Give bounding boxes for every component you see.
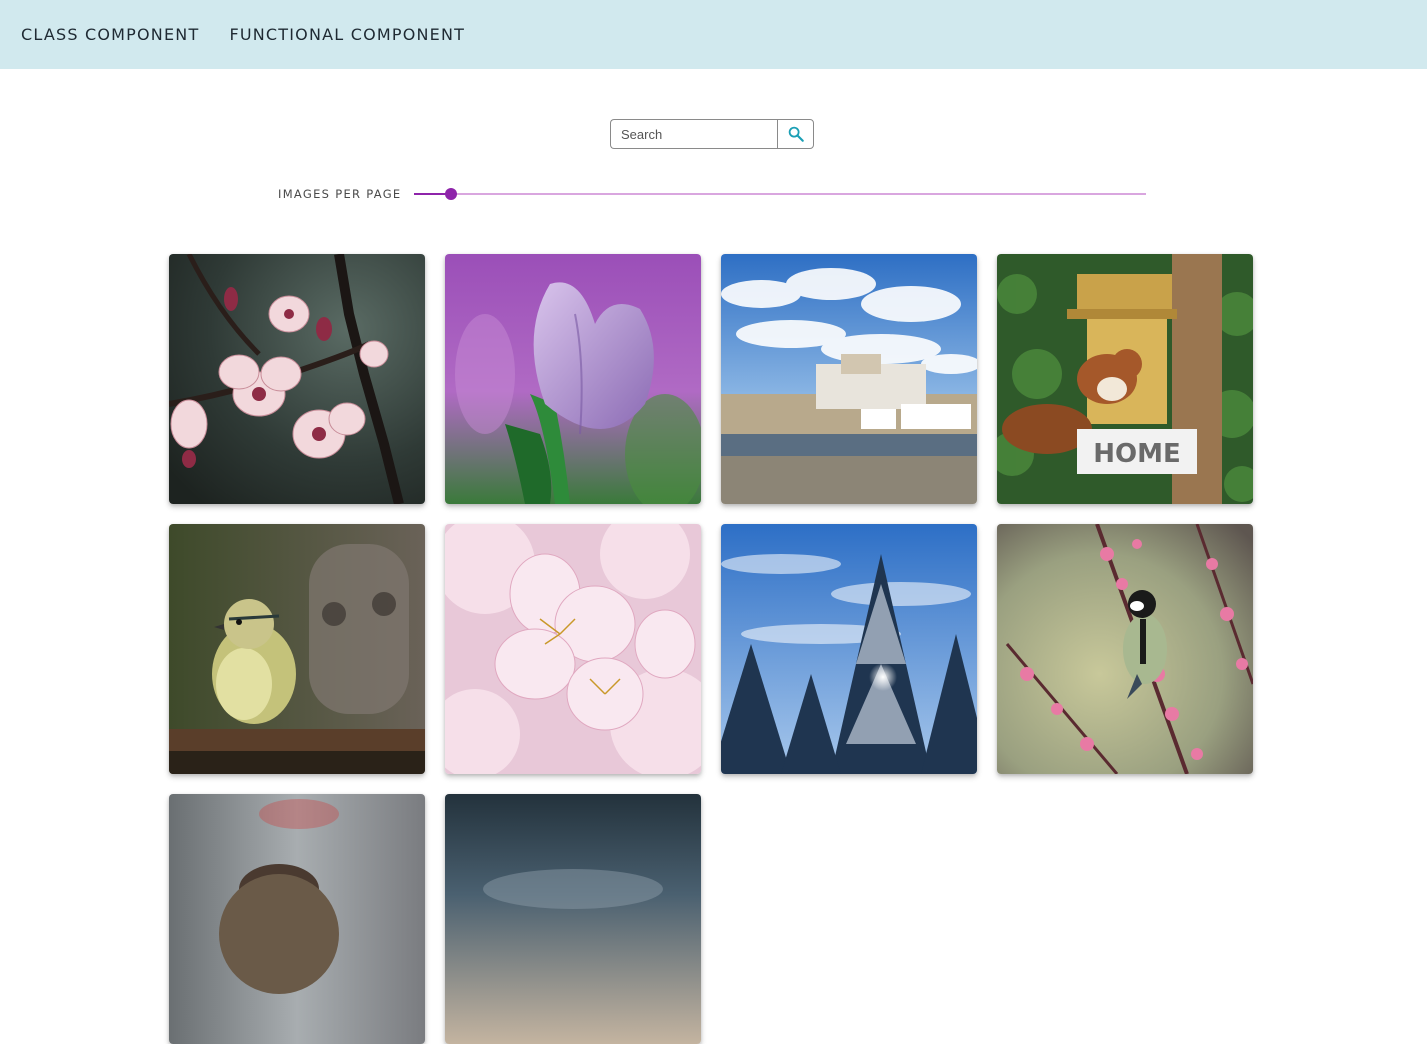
gallery-image-tulip[interactable]: [445, 254, 701, 504]
search-bar: [610, 119, 814, 149]
images-per-page-label: IMAGES PER PAGE: [278, 187, 402, 201]
nav-functional-component[interactable]: FUNCTIONAL COMPONENT: [229, 25, 465, 44]
image-gallery: HOME: [169, 254, 1253, 1044]
gallery-image-snowy-forest[interactable]: [721, 524, 977, 774]
slider-thumb[interactable]: [444, 188, 457, 200]
gallery-image-squirrel-birdhouse[interactable]: HOME: [997, 254, 1253, 504]
gallery-image-songbird[interactable]: [169, 524, 425, 774]
search-input[interactable]: [610, 119, 777, 149]
slider-rail: [414, 193, 1146, 195]
top-navbar: CLASS COMPONENT FUNCTIONAL COMPONENT: [0, 0, 1427, 69]
gallery-image-great-tit[interactable]: [997, 524, 1253, 774]
gallery-image-bird-portrait[interactable]: [169, 794, 425, 1044]
search-icon: [788, 126, 804, 142]
gallery-image-dusky-landscape[interactable]: [445, 794, 701, 1044]
nav-class-component[interactable]: CLASS COMPONENT: [21, 25, 199, 44]
gallery-image-cherry-blossom[interactable]: [445, 524, 701, 774]
gallery-image-castle-town[interactable]: [721, 254, 977, 504]
search-button[interactable]: [777, 119, 814, 149]
gallery-image-blossom-branch[interactable]: [169, 254, 425, 504]
svg-text:HOME: HOME: [1093, 439, 1181, 469]
images-per-page-slider[interactable]: [414, 183, 1146, 205]
images-per-page-control: IMAGES PER PAGE: [278, 183, 1146, 205]
